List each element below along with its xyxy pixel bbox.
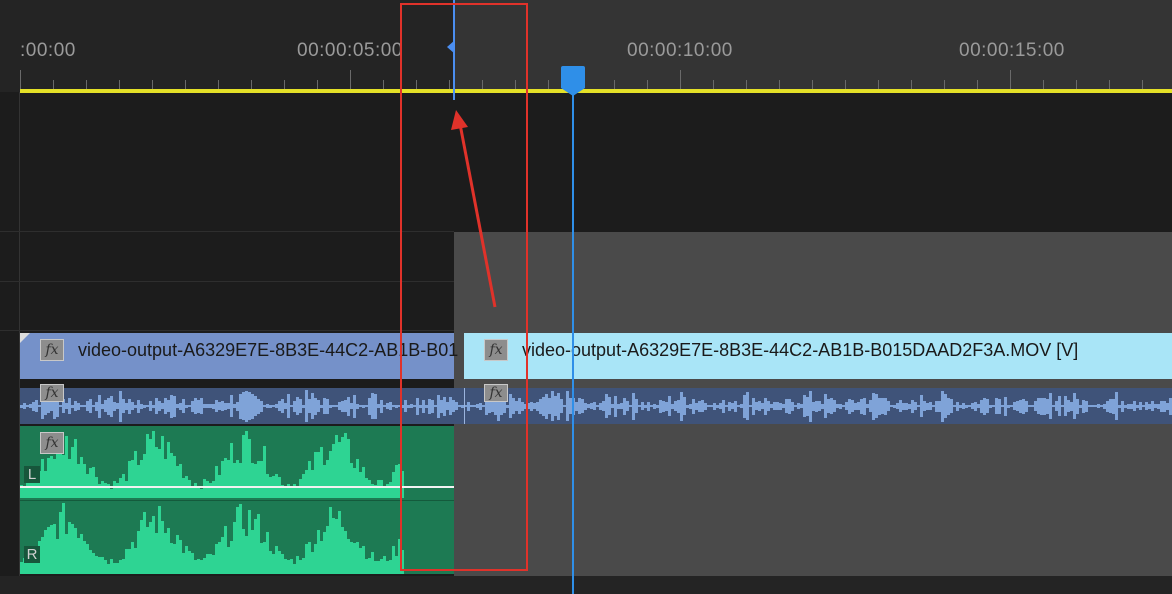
ruler-tick (1109, 80, 1110, 89)
timecode-label: 00:00:10:00 (627, 40, 733, 61)
ruler-tick (977, 80, 978, 89)
ruler-tick (845, 80, 846, 89)
volume-rubber-band[interactable] (20, 486, 454, 488)
timeline-bottom-bar (0, 576, 1172, 594)
playhead-tip (561, 88, 585, 96)
ruler-tick (251, 80, 252, 89)
channel-label-right: R (24, 546, 40, 563)
ruler-tick (911, 80, 912, 89)
ruler-tick (548, 80, 549, 89)
waveform (464, 388, 1172, 424)
channel-divider (20, 500, 454, 501)
ruler-tick (317, 80, 318, 89)
ruler-tick (944, 80, 945, 89)
fx-badge-icon[interactable]: fx (40, 432, 64, 454)
ruler-tick (383, 80, 384, 89)
audio-clip[interactable] (20, 426, 454, 574)
ruler-tick (713, 80, 714, 89)
ruler-tick (878, 80, 879, 89)
ruler-tick (284, 80, 285, 89)
timecode-label: 00:00:05:00 (297, 40, 403, 61)
waveform (20, 388, 464, 424)
ruler-tick (86, 80, 87, 89)
ruler-tick (119, 80, 120, 89)
ruler-tick (1076, 80, 1077, 89)
fx-badge-icon[interactable]: fx (40, 339, 64, 361)
clip-corner-marker (20, 333, 30, 343)
waveform-right-channel (20, 502, 454, 574)
ruler-tick (746, 80, 747, 89)
ruler-tick (152, 80, 153, 89)
ruler-tick (53, 80, 54, 89)
audio-waveform-strip[interactable] (464, 388, 1172, 424)
ruler-tick (1043, 80, 1044, 89)
ruler-tick (614, 80, 615, 89)
ruler-tick (1142, 80, 1143, 89)
playhead-line[interactable] (572, 82, 574, 594)
fx-badge-icon[interactable]: fx (40, 384, 64, 402)
track-header-gutter (0, 92, 20, 594)
ruler-tick (218, 80, 219, 89)
ruler-tick (779, 80, 780, 89)
work-area-bar[interactable] (20, 89, 1172, 93)
playhead-icon[interactable] (561, 66, 585, 88)
ruler-tick (185, 80, 186, 89)
channel-label-left: L (24, 466, 40, 483)
audio-waveform-strip[interactable] (20, 388, 464, 424)
annotation-arrow-icon (451, 110, 497, 308)
timecode-label: 00:00:15:00 (959, 40, 1065, 61)
track-divider (0, 231, 454, 232)
ruler-tick (647, 80, 648, 89)
ruler-tick (812, 80, 813, 89)
timecode-label: :00:00 (20, 40, 76, 61)
video-clip-label: video-output-A6329E7E-8B3E-44C2-AB1B-B01… (522, 340, 1079, 360)
